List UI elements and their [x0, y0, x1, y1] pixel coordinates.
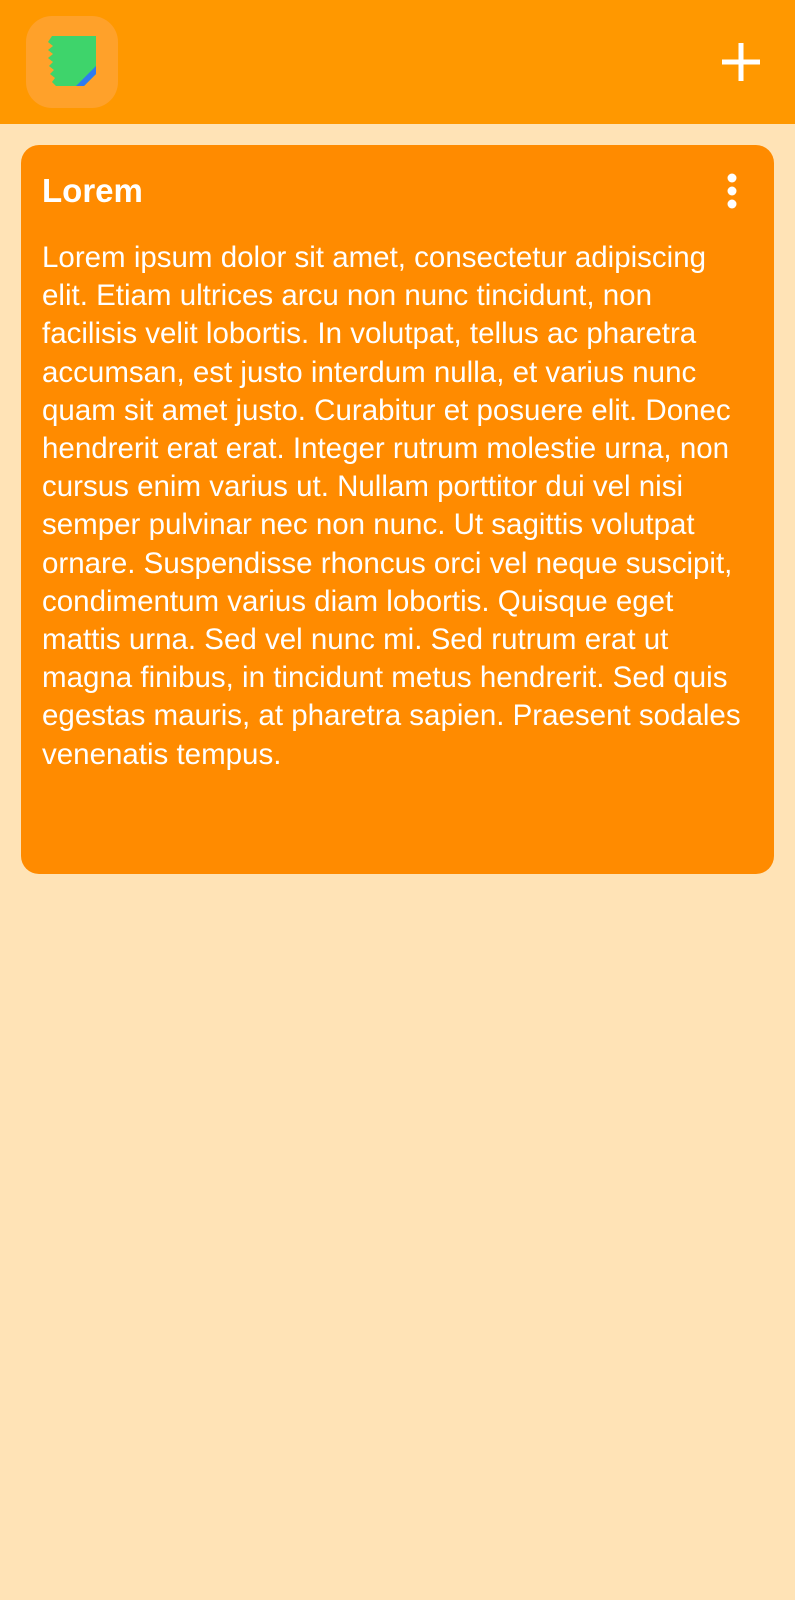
more-vertical-icon [727, 173, 737, 209]
add-note-button[interactable] [709, 30, 773, 94]
app-logo [26, 16, 118, 108]
note-title: Lorem [42, 172, 143, 209]
sticky-note-logo-icon [48, 36, 96, 86]
app-bar [0, 0, 795, 124]
note-card[interactable]: Lorem Lorem ipsum dolor sit amet, consec… [21, 145, 774, 874]
plus-icon [722, 43, 760, 81]
note-body: Lorem ipsum dolor sit amet, consectetur … [42, 241, 741, 771]
note-menu-button[interactable] [718, 171, 746, 215]
